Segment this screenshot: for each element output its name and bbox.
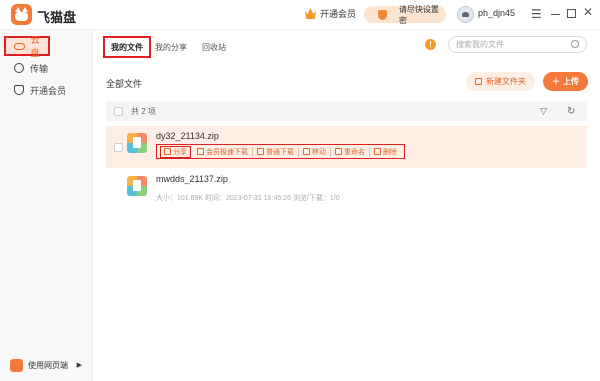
tab-my-files[interactable]: 我的文件 xyxy=(103,36,151,58)
search-input[interactable]: 搜索我的文件 xyxy=(448,36,587,53)
share-icon xyxy=(164,148,171,155)
rename-icon xyxy=(335,148,342,155)
app-name: 飞猫盘 xyxy=(37,10,77,25)
vip-download-button[interactable]: 会员极速下载 xyxy=(193,146,253,157)
use-web-label: 使用网页端 xyxy=(28,360,68,370)
file-name[interactable]: dy32_21134.zip xyxy=(156,131,219,141)
username[interactable]: ph_djn45 xyxy=(478,8,515,18)
open-vip-label: 开通会员 xyxy=(320,9,357,19)
search-icon[interactable] xyxy=(571,40,579,48)
sidebar-item-label: 云盘 xyxy=(30,35,40,58)
search-placeholder: 搜索我的文件 xyxy=(456,40,504,49)
normal-download-button[interactable]: 普通下载 xyxy=(253,146,299,157)
web-icon xyxy=(10,358,23,372)
share-label: 分享 xyxy=(173,148,187,156)
vip-download-label: 会员极速下载 xyxy=(206,148,248,156)
filter-icon[interactable]: ▽ xyxy=(540,106,547,117)
table-row[interactable]: mwdds_21137.zip 大小：101.69K 时间：2023-07-31… xyxy=(106,169,587,211)
cloud-icon xyxy=(14,42,25,50)
set-password-banner[interactable]: 请尽快设置密 xyxy=(364,4,446,25)
use-web-button[interactable]: 使用网页端 ▶ xyxy=(6,354,86,376)
trash-icon xyxy=(374,148,381,155)
menu-icon[interactable]: ☰ xyxy=(531,7,542,21)
zip-file-icon xyxy=(127,176,147,196)
app-logo-icon xyxy=(11,4,32,25)
vip-shield-icon xyxy=(14,85,24,95)
crown-icon xyxy=(305,8,316,19)
file-actions-bar: 分享 会员极速下载 普通下载 移动 重命名 删除 xyxy=(156,144,405,159)
share-button[interactable]: 分享 xyxy=(160,145,191,158)
delete-button[interactable]: 删除 xyxy=(370,147,401,157)
move-button[interactable]: 移动 xyxy=(299,146,331,157)
caret-right-icon: ▶ xyxy=(76,362,82,369)
file-meta: 大小：101.69K 时间：2023-07-31 16:45:26 浏览/下载：… xyxy=(156,195,340,202)
folder-plus-icon xyxy=(475,78,482,85)
avatar[interactable] xyxy=(457,6,474,23)
normal-download-label: 普通下载 xyxy=(266,148,294,156)
move-label: 移动 xyxy=(312,148,326,156)
zip-file-icon xyxy=(127,133,147,153)
refresh-icon[interactable]: ↻ xyxy=(567,106,575,117)
sidebar-item-label: 开通会员 xyxy=(30,85,67,96)
rename-label: 重命名 xyxy=(344,148,365,156)
rename-button[interactable]: 重命名 xyxy=(331,146,370,157)
delete-label: 删除 xyxy=(383,148,397,156)
move-icon xyxy=(303,148,310,155)
sidebar-item-label: 传输 xyxy=(30,63,49,74)
page-title: 全部文件 xyxy=(106,79,143,89)
item-count: 共 2 项 xyxy=(131,106,156,116)
table-row[interactable]: dy32_21134.zip 分享 会员极速下载 普通下载 移动 重命名 删除 xyxy=(106,126,587,168)
sidebar-item-cloud[interactable]: 云盘 xyxy=(4,35,50,58)
file-name[interactable]: mwdds_21137.zip xyxy=(156,174,228,184)
tab-recycle-bin[interactable]: 回收站 xyxy=(202,36,226,58)
select-all-checkbox[interactable] xyxy=(114,106,123,116)
new-folder-button[interactable]: 新建文件夹 xyxy=(466,72,535,91)
upload-label: 上传 xyxy=(563,77,579,86)
transfer-icon xyxy=(14,63,24,73)
info-icon[interactable]: ! xyxy=(425,39,436,50)
download-icon xyxy=(257,148,264,155)
list-header: 共 2 项 xyxy=(106,101,587,121)
set-password-label: 请尽快设置密 xyxy=(398,4,439,25)
sidebar-item-vip[interactable]: 开通会员 xyxy=(6,80,86,100)
maximize-icon[interactable] xyxy=(567,9,576,18)
open-vip-button[interactable]: 开通会员 xyxy=(305,7,356,20)
sidebar: 云盘 传输 开通会员 使用网页端 ▶ xyxy=(0,30,93,381)
upload-button[interactable]: ＋ 上传 xyxy=(543,72,588,91)
new-folder-label: 新建文件夹 xyxy=(486,77,526,86)
row-checkbox[interactable] xyxy=(114,143,123,152)
title-bar: 飞猫盘 开通会员 请尽快设置密 ph_djn45 ☰ ✕ xyxy=(0,0,600,30)
diamond-icon xyxy=(197,148,204,155)
tab-my-shares[interactable]: 我的分享 xyxy=(155,36,187,58)
plus-icon: ＋ xyxy=(552,77,560,86)
close-icon[interactable]: ✕ xyxy=(583,5,593,19)
minimize-icon[interactable] xyxy=(551,14,560,15)
sidebar-item-transfer[interactable]: 传输 xyxy=(6,58,86,78)
shield-icon xyxy=(378,9,387,20)
